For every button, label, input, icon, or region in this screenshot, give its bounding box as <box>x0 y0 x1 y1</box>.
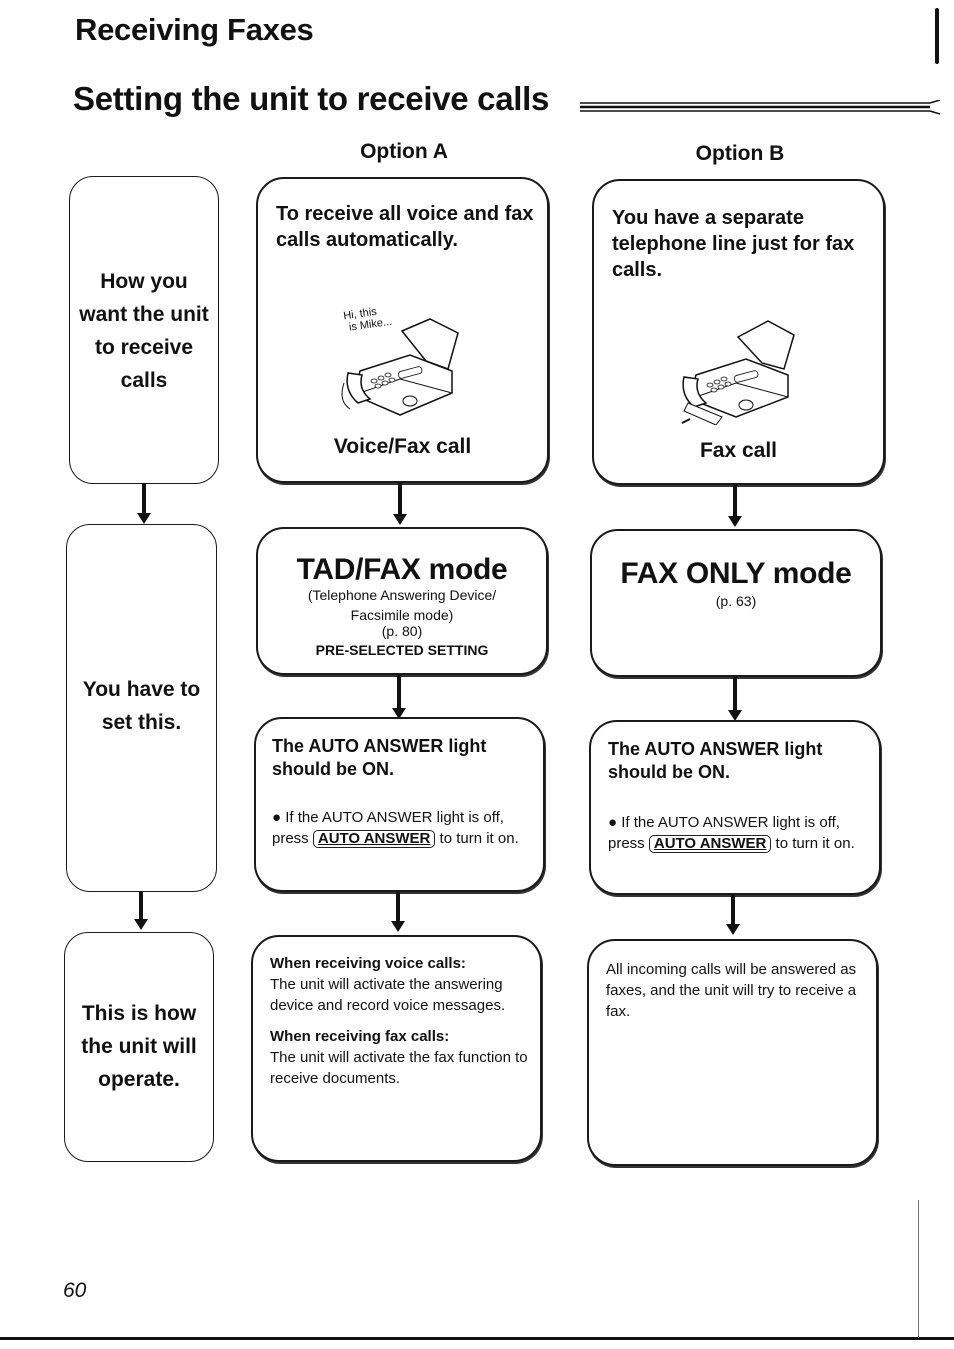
mode-subtitle: (Telephone Answering Device/ Facsimile m… <box>258 585 546 625</box>
option-b-heading: Option B <box>695 142 785 165</box>
side-line: the unit will <box>81 1035 197 1058</box>
mode-page-ref: (p. 63) <box>715 593 757 609</box>
option-a-heading: Option A <box>360 140 448 163</box>
mode-title: FAX ONLY mode <box>620 557 852 590</box>
fax-calls-heading: When receiving fax calls: <box>270 1028 450 1045</box>
fax-machine-icon <box>681 320 795 425</box>
arrow-down-icon <box>728 485 742 527</box>
light-instruction: The AUTO ANSWER light should be ON. <box>608 739 823 782</box>
bullet-icon: ● <box>608 814 618 831</box>
bottom-rule <box>0 1337 954 1340</box>
side-line: You have to <box>82 678 201 701</box>
mode-subtitle-line: (Telephone Answering Device/ <box>307 587 497 603</box>
side-box-how: How you want the unit to receive calls <box>69 176 219 484</box>
arrow-down-icon <box>134 892 148 930</box>
margin-line <box>918 1200 919 1338</box>
arrow-down-icon <box>391 892 405 932</box>
side-line: want the unit <box>79 303 209 326</box>
arrow-down-icon <box>392 675 406 719</box>
option-b-situation-box: You have a separate telephone line just … <box>592 179 885 485</box>
side-line: This is how <box>81 1002 197 1025</box>
side-label-set: You have to set this. <box>67 673 216 739</box>
tad-fax-mode-box: TAD/FAX mode (Telephone Answering Device… <box>256 527 548 675</box>
option-a-caption: Voice/Fax call <box>333 435 472 458</box>
operate-details: When receiving voice calls: The unit wil… <box>270 953 536 1089</box>
voice-calls-text: The unit will activate the answering dev… <box>270 976 506 1014</box>
arrow-down-icon <box>137 484 151 524</box>
light-bullet: ● If the AUTO ANSWER light is off, press… <box>272 807 534 849</box>
preselected-note: PRE-SELECTED SETTING <box>315 642 489 658</box>
bullet-text: to turn it on. <box>775 835 855 852</box>
auto-answer-key: AUTO ANSWER <box>312 830 436 848</box>
page-title: Setting the unit to receive calls <box>73 80 550 117</box>
mode-page-ref: (p. 80) <box>381 623 423 639</box>
option-a-situation-box: To receive all voice and fax calls autom… <box>256 177 549 483</box>
option-b-situation: You have a separate telephone line just … <box>612 207 855 281</box>
option-b-caption: Fax call <box>699 439 778 462</box>
voice-calls-heading: When receiving voice calls: <box>270 955 466 972</box>
side-label-how: How you want the unit to receive calls <box>70 265 218 397</box>
margin-mark <box>935 8 939 64</box>
side-box-set: You have to set this. <box>66 524 217 892</box>
light-instruction: The AUTO ANSWER light should be ON. <box>272 736 487 779</box>
page-number: 60 <box>63 1279 87 1302</box>
side-label-operate: This is how the unit will operate. <box>65 997 213 1096</box>
mode-title: TAD/FAX mode <box>296 553 508 586</box>
option-b-operate-box: All incoming calls will be answered as f… <box>587 939 878 1166</box>
arrow-down-icon <box>728 677 742 721</box>
fax-machine-icon <box>341 318 459 416</box>
side-line: set this. <box>101 711 182 734</box>
side-box-operate: This is how the unit will operate. <box>64 932 214 1162</box>
fax-only-mode-box: FAX ONLY mode (p. 63) <box>590 529 882 677</box>
title-rule <box>580 100 940 115</box>
side-line: calls <box>120 369 168 392</box>
arrow-down-icon <box>393 483 407 525</box>
operate-details: All incoming calls will be answered as f… <box>606 961 857 1020</box>
side-line: operate. <box>98 1068 180 1091</box>
bullet-icon: ● <box>272 809 282 826</box>
option-a-operate-box: When receiving voice calls: The unit wil… <box>251 935 542 1162</box>
section-title: Receiving Faxes <box>75 12 314 47</box>
auto-answer-key: AUTO ANSWER <box>648 835 772 853</box>
option-a-light-box: The AUTO ANSWER light should be ON. ● If… <box>254 717 545 892</box>
side-line: to receive <box>94 336 194 359</box>
arrow-down-icon <box>726 895 740 935</box>
option-a-situation: To receive all voice and fax calls autom… <box>276 203 534 251</box>
option-b-light-box: The AUTO ANSWER light should be ON. ● If… <box>589 720 881 895</box>
light-bullet: ● If the AUTO ANSWER light is off, press… <box>608 812 870 854</box>
side-line: How you <box>100 270 188 293</box>
fax-calls-text: The unit will activate the fax function … <box>270 1049 528 1087</box>
bullet-text: to turn it on. <box>439 830 519 847</box>
